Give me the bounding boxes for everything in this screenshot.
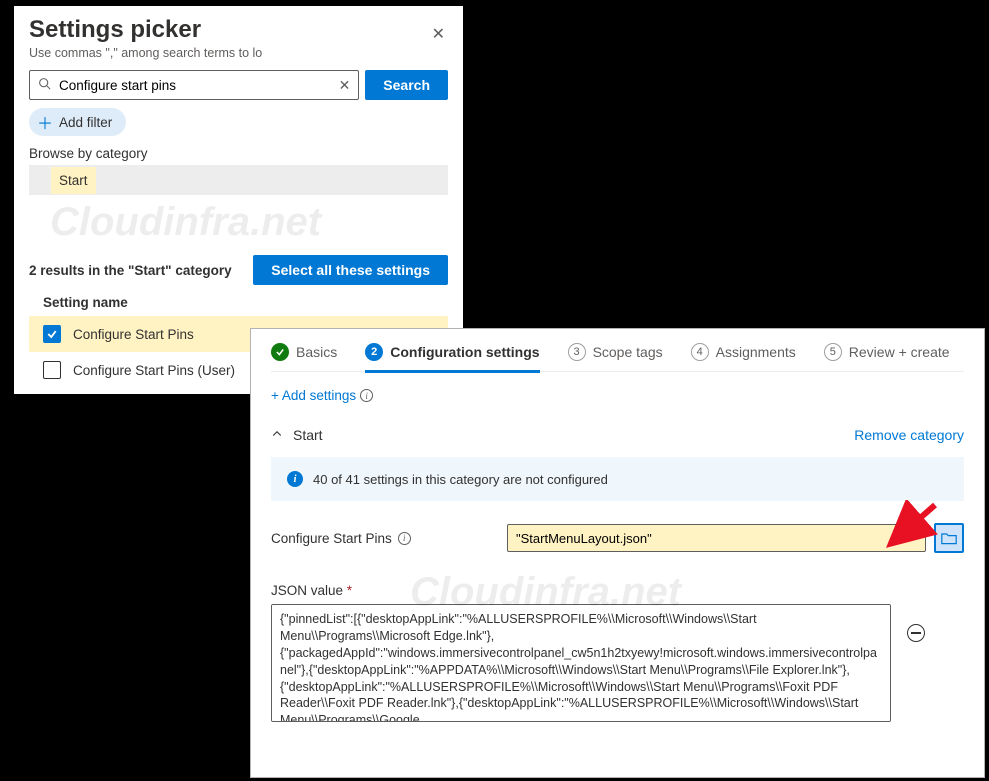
close-icon[interactable]: ✕ <box>432 24 445 44</box>
configuration-panel: Basics 2 Configuration settings 3 Scope … <box>250 328 985 778</box>
step-scope-tags[interactable]: 3 Scope tags <box>568 343 663 361</box>
search-button[interactable]: Search <box>365 70 448 100</box>
search-icon <box>38 77 51 93</box>
step-review[interactable]: 5 Review + create <box>824 343 950 361</box>
search-box[interactable]: ✕ <box>29 70 359 100</box>
panel-subtitle: Use commas "," among search terms to lo <box>29 46 448 60</box>
info-text: 40 of 41 settings in this category are n… <box>313 472 608 487</box>
browse-label: Browse by category <box>29 146 448 161</box>
setting-label: Configure Start Pins (User) <box>73 363 235 378</box>
step-number: 2 <box>365 343 383 361</box>
info-icon[interactable]: i <box>360 389 373 402</box>
category-name: Start <box>51 167 96 194</box>
add-settings-link[interactable]: + Add settings i <box>271 388 373 403</box>
add-filter-button[interactable]: ＋ Add filter <box>29 108 126 136</box>
checkbox-checked[interactable] <box>43 325 61 343</box>
select-all-button[interactable]: Select all these settings <box>253 255 448 285</box>
remove-category-link[interactable]: Remove category <box>854 427 964 443</box>
step-number: 4 <box>691 343 709 361</box>
info-icon[interactable]: i <box>398 532 411 545</box>
chevron-up-icon[interactable] <box>271 427 283 443</box>
category-title: Start <box>293 427 323 443</box>
file-input[interactable]: "StartMenuLayout.json" <box>507 524 926 552</box>
info-icon: i <box>287 471 303 487</box>
search-input[interactable] <box>57 77 339 94</box>
step-number: 3 <box>568 343 586 361</box>
step-assignments[interactable]: 4 Assignments <box>691 343 796 361</box>
json-textarea[interactable] <box>271 604 891 722</box>
plus-icon: ＋ <box>37 110 53 134</box>
browse-file-button[interactable] <box>934 523 964 553</box>
checkbox-unchecked[interactable] <box>43 361 61 379</box>
column-header: Setting name <box>29 295 448 310</box>
info-banner: i 40 of 41 settings in this category are… <box>271 457 964 501</box>
check-icon <box>271 343 289 361</box>
remove-icon[interactable] <box>907 624 925 642</box>
json-label: JSON value * <box>271 583 964 598</box>
wizard-steps: Basics 2 Configuration settings 3 Scope … <box>271 343 964 372</box>
category-bar[interactable]: Start <box>29 165 448 195</box>
setting-label: Configure Start Pins <box>73 327 194 342</box>
clear-icon[interactable]: ✕ <box>339 77 351 94</box>
step-basics[interactable]: Basics <box>271 343 337 361</box>
field-label: Configure Start Pins i <box>271 531 499 546</box>
panel-title: Settings picker <box>29 16 448 44</box>
add-filter-label: Add filter <box>59 115 112 130</box>
step-number: 5 <box>824 343 842 361</box>
results-count: 2 results in the "Start" category <box>29 263 232 278</box>
step-configuration[interactable]: 2 Configuration settings <box>365 343 539 373</box>
